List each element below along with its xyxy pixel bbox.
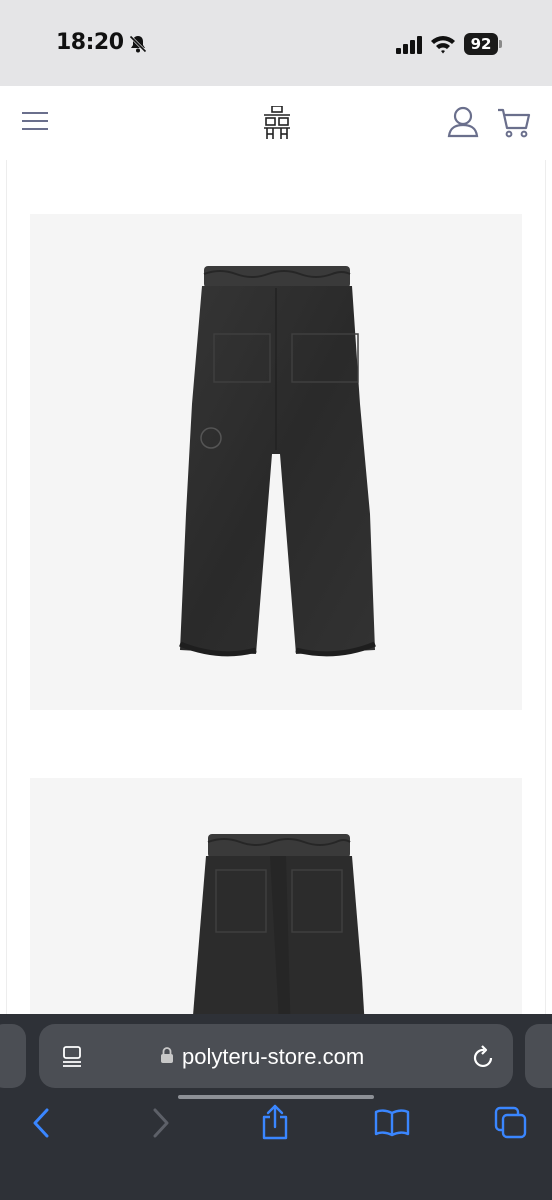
- next-tab-preview[interactable]: [525, 1024, 552, 1088]
- pants-front-image: [179, 266, 376, 657]
- url-text[interactable]: polyteru-store.com: [182, 1044, 364, 1070]
- signal-icon: [396, 36, 422, 54]
- share-icon[interactable]: [260, 1104, 290, 1140]
- bookmarks-icon[interactable]: [374, 1108, 410, 1138]
- lock-icon: [161, 1047, 173, 1063]
- brand-logo[interactable]: [262, 106, 292, 140]
- toolbar-handle[interactable]: [178, 1095, 374, 1099]
- battery-level: 92: [464, 33, 498, 55]
- user-icon[interactable]: [447, 106, 479, 138]
- forward-icon[interactable]: [152, 1108, 170, 1138]
- battery-cap: [499, 40, 502, 48]
- hamburger-menu-icon[interactable]: [22, 112, 48, 132]
- product-image-front[interactable]: [30, 214, 522, 710]
- cart-icon[interactable]: [497, 108, 531, 138]
- previous-tab-preview[interactable]: [0, 1024, 26, 1088]
- battery-icon: 92: [464, 33, 502, 55]
- back-icon[interactable]: [32, 1108, 50, 1138]
- reload-icon[interactable]: [472, 1044, 496, 1070]
- wifi-icon: [431, 36, 455, 54]
- tabs-icon[interactable]: [494, 1106, 528, 1140]
- bell-slash-icon: [129, 35, 147, 53]
- status-time: 18:20: [56, 30, 124, 55]
- tabs-overview-icon[interactable]: [61, 1045, 85, 1069]
